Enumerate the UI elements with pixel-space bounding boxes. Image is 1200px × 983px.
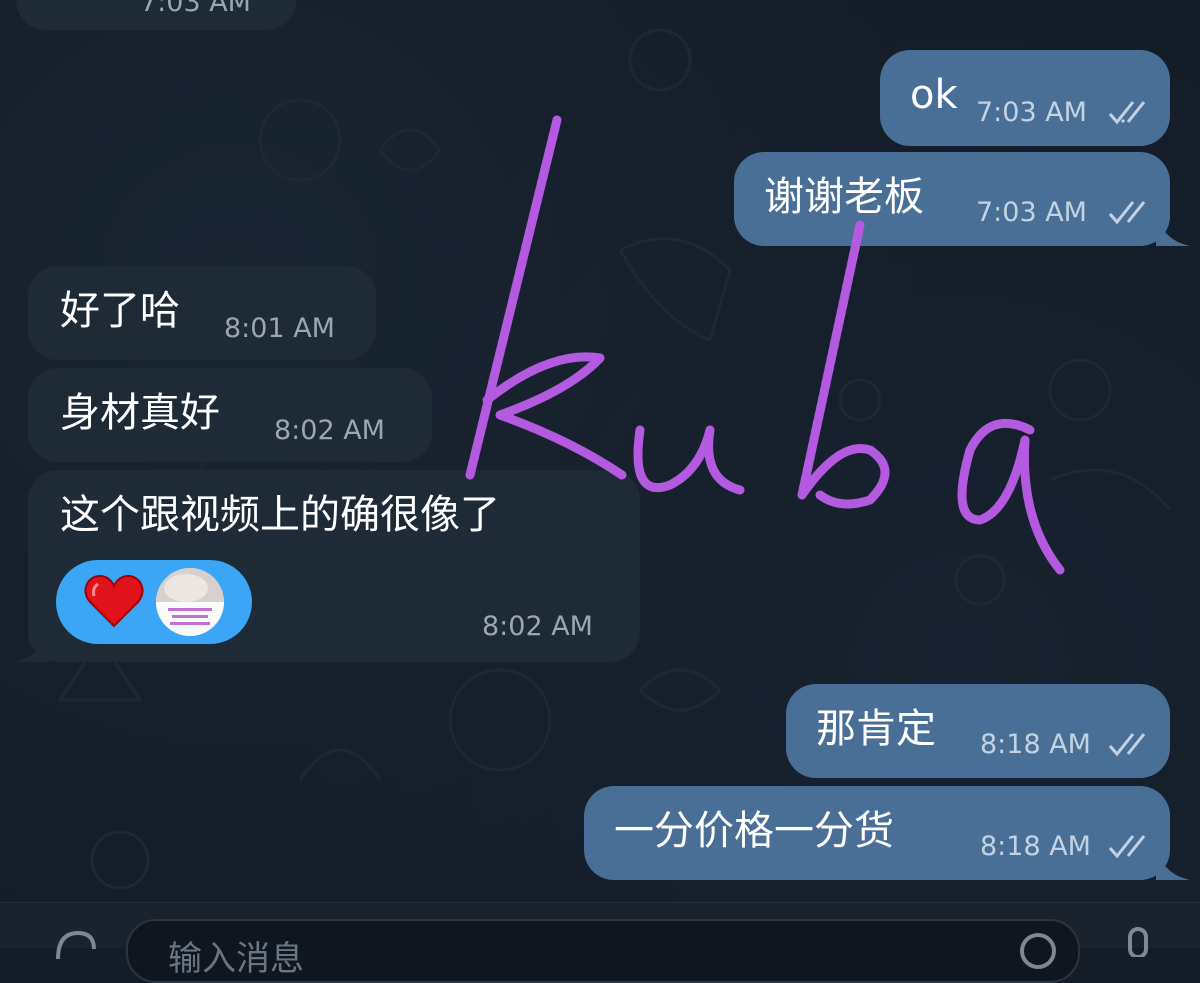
message-bubble-incoming[interactable]: 好了哈 8:01 AM — [28, 266, 376, 360]
double-check-icon — [1108, 201, 1146, 225]
sticker-icon[interactable] — [1018, 931, 1058, 971]
message-text: 谢谢老板 — [764, 174, 924, 220]
message-bubble-incoming[interactable]: 7:03 AM — [16, 0, 296, 30]
double-check-icon — [1108, 101, 1146, 125]
message-time: 8:18 AM — [980, 729, 1091, 760]
message-text: 好了哈 — [60, 288, 180, 334]
avatar-image — [156, 568, 224, 636]
bubble-tail — [14, 628, 48, 662]
message-input[interactable]: 输入消息 — [126, 919, 1080, 983]
message-text: 一分价格一分货 — [614, 808, 894, 854]
double-check-icon — [1108, 733, 1146, 757]
message-bubble-incoming[interactable]: 身材真好 8:02 AM — [28, 368, 432, 462]
message-time: 7:03 AM — [140, 0, 251, 18]
message-time: 8:02 AM — [482, 611, 593, 642]
message-text: ok — [910, 72, 958, 118]
message-time: 8:18 AM — [980, 831, 1091, 862]
message-text: 这个跟视频上的确很像了 — [60, 492, 500, 538]
message-text: 那肯定 — [816, 706, 936, 752]
message-bubble-outgoing[interactable]: 谢谢老板 7:03 AM — [734, 152, 1170, 246]
bubble-tail — [1156, 212, 1190, 246]
bubble-tail — [1156, 846, 1190, 880]
message-bubble-outgoing[interactable]: 一分价格一分货 8:18 AM — [584, 786, 1170, 880]
message-bubble-outgoing[interactable]: 那肯定 8:18 AM — [786, 684, 1170, 778]
microphone-icon[interactable] — [1120, 927, 1156, 957]
message-input-placeholder: 输入消息 — [168, 939, 304, 979]
message-time: 7:03 AM — [976, 97, 1087, 128]
message-time: 8:02 AM — [274, 415, 385, 446]
reaction-avatar — [156, 568, 224, 636]
message-time: 7:03 AM — [976, 197, 1087, 228]
heart-icon — [84, 574, 144, 628]
message-composer: 输入消息 — [0, 902, 1200, 983]
message-text: 身材真好 — [60, 390, 220, 436]
reaction-pill[interactable] — [56, 560, 252, 644]
attach-icon[interactable] — [48, 929, 96, 959]
message-bubble-outgoing[interactable]: ok 7:03 AM — [880, 50, 1170, 146]
message-time: 8:01 AM — [224, 313, 335, 344]
double-check-icon — [1108, 835, 1146, 859]
